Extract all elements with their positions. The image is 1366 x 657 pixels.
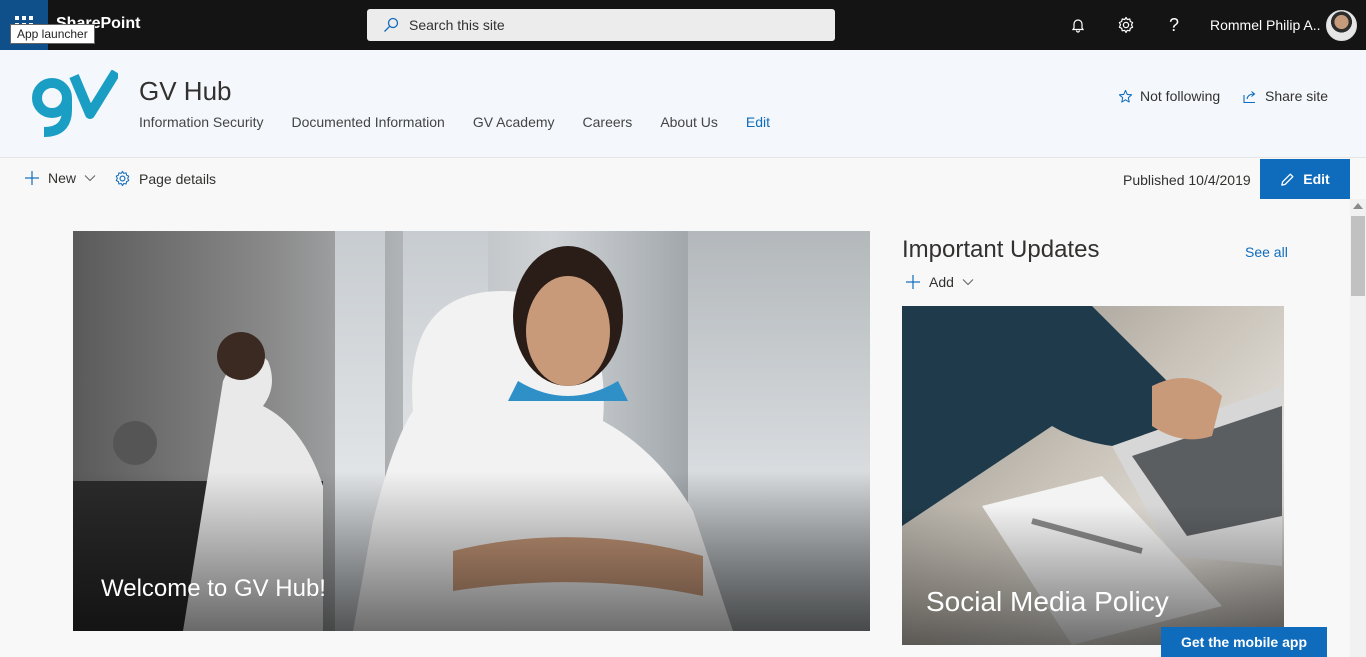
follow-label: Not following — [1140, 88, 1221, 104]
search-icon — [384, 17, 399, 32]
news-card-title[interactable]: Social Media Policy — [926, 586, 1169, 618]
user-name[interactable]: Rommel Philip A.. — [1210, 17, 1320, 33]
suite-bar: SharePoint App launcher ? Rommel Philip … — [0, 0, 1366, 50]
search-box[interactable] — [367, 9, 835, 41]
share-label: Share site — [1265, 88, 1329, 104]
hero-overlay — [73, 471, 870, 631]
nav-edit-link[interactable]: Edit — [746, 114, 770, 130]
nav-item-about-us[interactable]: About Us — [660, 114, 718, 130]
edit-page-button[interactable]: Edit — [1260, 159, 1350, 199]
updates-title: Important Updates — [902, 236, 1100, 263]
nav-item-gv-academy[interactable]: GV Academy — [473, 114, 555, 130]
nav-item-documented-information[interactable]: Documented Information — [292, 114, 445, 130]
top-navigation: Information Security Documented Informat… — [139, 114, 798, 130]
follow-button[interactable]: Not following — [1118, 88, 1220, 104]
pencil-icon — [1281, 173, 1294, 186]
news-card[interactable]: Social Media Policy — [902, 306, 1284, 645]
scroll-up-arrow[interactable] — [1353, 203, 1363, 209]
gear-icon — [1118, 16, 1134, 34]
app-launcher-tooltip: App launcher — [10, 24, 95, 44]
help-button[interactable]: ? — [1162, 13, 1186, 37]
news-card-overlay — [902, 505, 1284, 645]
command-bar: New Page details Published 10/4/2019 Edi… — [0, 159, 1366, 199]
nav-item-information-security[interactable]: Information Security — [139, 114, 264, 130]
new-button[interactable]: New — [24, 170, 104, 186]
add-label: Add — [929, 274, 954, 290]
scrollbar-thumb[interactable] — [1351, 216, 1365, 296]
hero-title[interactable]: Welcome to GV Hub! — [101, 575, 326, 603]
search-input[interactable] — [409, 9, 809, 41]
chevron-down-icon — [84, 175, 96, 182]
share-site-button[interactable]: Share site — [1242, 88, 1328, 104]
hero-banner[interactable]: Welcome to GV Hub! — [73, 231, 870, 631]
edit-label: Edit — [1303, 171, 1330, 187]
site-header: GV Hub Information Security Documented I… — [0, 50, 1366, 158]
help-icon: ? — [1168, 14, 1179, 35]
get-mobile-app-button[interactable]: Get the mobile app — [1161, 627, 1327, 657]
add-news-button[interactable]: Add — [905, 274, 982, 290]
site-logo[interactable] — [30, 70, 118, 138]
chevron-down-icon — [962, 279, 974, 286]
new-label: New — [48, 170, 77, 186]
nav-item-careers[interactable]: Careers — [583, 114, 633, 130]
see-all-link[interactable]: See all — [1245, 244, 1288, 260]
page-details-label: Page details — [139, 170, 217, 187]
site-title[interactable]: GV Hub — [139, 76, 232, 107]
plus-icon — [25, 171, 39, 185]
page-details-button[interactable]: Page details — [114, 170, 216, 187]
gear-icon — [115, 170, 130, 187]
star-icon — [1118, 89, 1133, 103]
settings-button[interactable] — [1114, 13, 1138, 37]
avatar[interactable] — [1326, 10, 1357, 41]
plus-icon — [906, 275, 920, 289]
share-icon — [1243, 90, 1256, 103]
notifications-button[interactable] — [1066, 13, 1090, 37]
published-date: Published 10/4/2019 — [1123, 172, 1251, 188]
bell-icon — [1071, 19, 1085, 33]
